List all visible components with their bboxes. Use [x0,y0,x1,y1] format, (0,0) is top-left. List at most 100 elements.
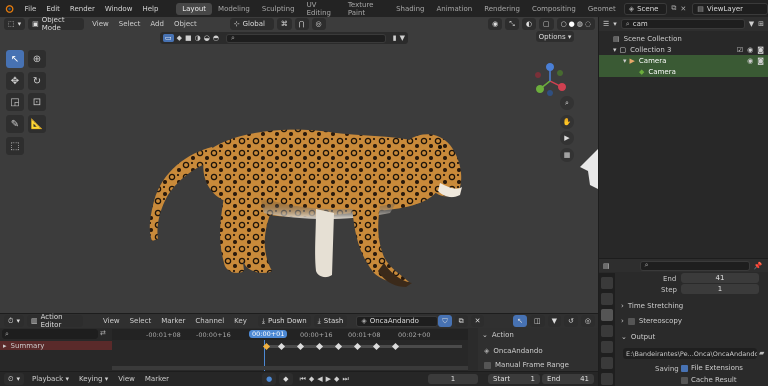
proportional-button[interactable]: ◎ [580,315,595,327]
stereoscopy-panel-header[interactable]: › Stereoscopy [621,317,682,325]
properties-search-input[interactable]: ⌕ [639,260,750,271]
fake-user-button[interactable]: ⛉ [438,315,452,327]
add-cube-tool-button[interactable]: ⬚ [6,137,24,155]
play-reverse-icon[interactable]: ◀ [317,375,322,384]
frame-step-field[interactable]: 1 [681,284,759,294]
options-button[interactable]: Options ▾ [536,31,574,42]
only-selected-button[interactable]: ↖ [513,315,527,327]
pin-icon[interactable]: 📌 [754,262,763,270]
empty-filter-icon[interactable]: ◒ [204,34,210,42]
play-icon[interactable]: ▶ [326,375,331,384]
horizontal-scrollbar[interactable] [112,366,468,370]
delete-scene-icon[interactable]: ✕ [680,5,686,13]
timeline-editor-type-button[interactable]: ⏲ ▾ [4,373,24,385]
render-camera-icon[interactable]: ◙ [757,46,764,54]
output-path-input[interactable]: E:\Bandeirantes\Pe...Onca\OncaAndando [623,348,757,359]
outliner-row-collection-3[interactable]: ▾ ▢ Collection 3 ☑ ◉ ◙ [599,44,768,55]
mesh-filter-icon[interactable]: ◆ [177,34,182,42]
menu-file[interactable]: File [20,5,42,13]
annotate-tool-button[interactable]: ✎ [6,115,24,133]
menu-edit[interactable]: Edit [41,5,65,13]
jaguar-model[interactable] [140,113,470,299]
channel-search-input[interactable]: ⌕ [2,329,98,339]
timeline-menu-view[interactable]: View [113,375,140,383]
dopesheet-menu-channel[interactable]: Channel [190,317,229,325]
dopesheet-menu-view[interactable]: View [98,317,125,325]
dopesheet-menu-marker[interactable]: Marker [156,317,190,325]
tab-animation[interactable]: Animation [431,3,479,15]
tab-uv-editing[interactable]: UV Editing [301,0,342,19]
viewport-menu-object[interactable]: Object [169,20,202,28]
keyframe-area[interactable] [112,340,468,371]
keying-set-button[interactable]: ◆ [279,373,293,385]
auto-keying-button[interactable]: ● [262,373,277,385]
wireframe-shading-icon[interactable]: ○ [561,20,567,28]
swap-icon[interactable]: ⇄ [100,329,106,337]
current-time-indicator[interactable]: 00:00+01 [249,330,288,338]
camera-filter-icon[interactable]: ■ [185,34,192,42]
gizmo-button[interactable]: ⤡ [505,18,519,30]
scene-selector[interactable]: ◈ Scene [623,2,668,15]
3d-viewport[interactable]: ⬚ ▾ ▣ Object Mode View Select Add Object … [0,17,598,313]
menu-window[interactable]: Window [100,5,138,13]
tab-compositing[interactable]: Compositing [526,3,582,15]
tab-rendering[interactable]: Rendering [478,3,526,15]
timeline-menu-marker[interactable]: Marker [140,375,174,383]
dopesheet-mode-selector[interactable]: ▥ Action Editor [26,313,83,329]
push-down-button[interactable]: ⤓ Push Down [257,315,311,327]
next-keyframe-icon[interactable]: ◆ [334,375,339,384]
material-shading-icon[interactable]: ◍ [577,20,583,28]
copy-scene-icon[interactable]: ⧉ [671,4,676,13]
select-box-icon[interactable]: ▭ [163,34,174,42]
zoom-button[interactable]: ⌕ [560,96,574,110]
output-panel-header[interactable]: ⌄ Output [621,333,655,341]
outliner-editor-icon[interactable]: ☰ [603,20,609,28]
file-extensions-checkbox[interactable]: File Extensions [681,364,743,372]
output-tab-icon[interactable] [601,309,613,321]
object-tab-icon[interactable] [601,373,613,385]
jump-end-icon[interactable]: ⏭ [342,375,348,384]
xray-button[interactable]: ▢ [538,18,554,30]
viewport-menu-view[interactable]: View [87,20,114,28]
jump-start-icon[interactable]: ⏮ [300,375,306,384]
new-collection-icon[interactable]: ⊞ [758,20,764,28]
action-selector[interactable]: ◈ OncaAndando [356,315,439,327]
tab-shading[interactable]: Shading [390,3,430,15]
rotate-tool-button[interactable]: ↻ [28,72,46,90]
visibility-eye-icon[interactable]: ◉ [747,57,753,65]
outliner-search-input[interactable]: ⌕ cam [620,19,745,29]
viewport-search-input[interactable]: ⌕ [225,33,386,43]
rendered-shading-icon[interactable]: ◌ [585,20,591,28]
expand-arrow-icon[interactable]: ▾ [623,57,627,65]
time-stretching-panel-header[interactable]: › Time Stretching [621,302,683,310]
outliner-row-scene-collection[interactable]: ▤ Scene Collection [599,33,768,44]
stash-button[interactable]: ⤓ Stash [313,315,348,327]
pan-button[interactable]: ✋ [560,115,574,129]
solid-shading-icon[interactable]: ● [569,20,575,28]
world-tab-icon[interactable] [601,357,613,369]
outliner-row-camera-object[interactable]: ▾ ▶ Camera ◉ ◙ [599,55,768,66]
timeline-menu-keying[interactable]: Keying ▾ [74,375,113,383]
outliner-row-camera-data[interactable]: ◆ Camera [599,66,768,77]
tab-layout[interactable]: Layout [176,2,213,15]
tab-sculpting[interactable]: Sculpting [256,3,301,15]
action-panel-header[interactable]: ⌄ Action [482,331,514,339]
action-panel-name-row[interactable]: ◈ OncaAndando [484,347,543,355]
scene-tab-icon[interactable] [601,341,613,353]
dopesheet-editor-type-button[interactable]: ⏱ ▾ [4,315,24,327]
frame-end-timeline-field[interactable]: End 41 [542,374,594,384]
tweak-tool-button[interactable]: ↖ [6,50,24,68]
move-tool-button[interactable]: ✥ [6,72,24,90]
transform-tool-button[interactable]: ⊡ [28,93,46,111]
view-layer-tab-icon[interactable] [601,325,613,337]
viewport-menu-add[interactable]: Add [145,20,169,28]
viewport-menu-select[interactable]: Select [114,20,146,28]
visibility-eye-icon[interactable]: ◉ [747,46,753,54]
measure-tool-button[interactable]: 📐 [28,115,46,133]
dopesheet-menu-select[interactable]: Select [125,317,157,325]
cache-result-checkbox[interactable]: Cache Result [681,376,737,384]
prev-keyframe-icon[interactable]: ◆ [309,375,314,384]
show-hidden-button[interactable]: ◫ [530,315,545,327]
manual-frame-range-checkbox[interactable]: Manual Frame Range [484,361,569,369]
snap-button[interactable]: ⋂ [294,18,309,30]
